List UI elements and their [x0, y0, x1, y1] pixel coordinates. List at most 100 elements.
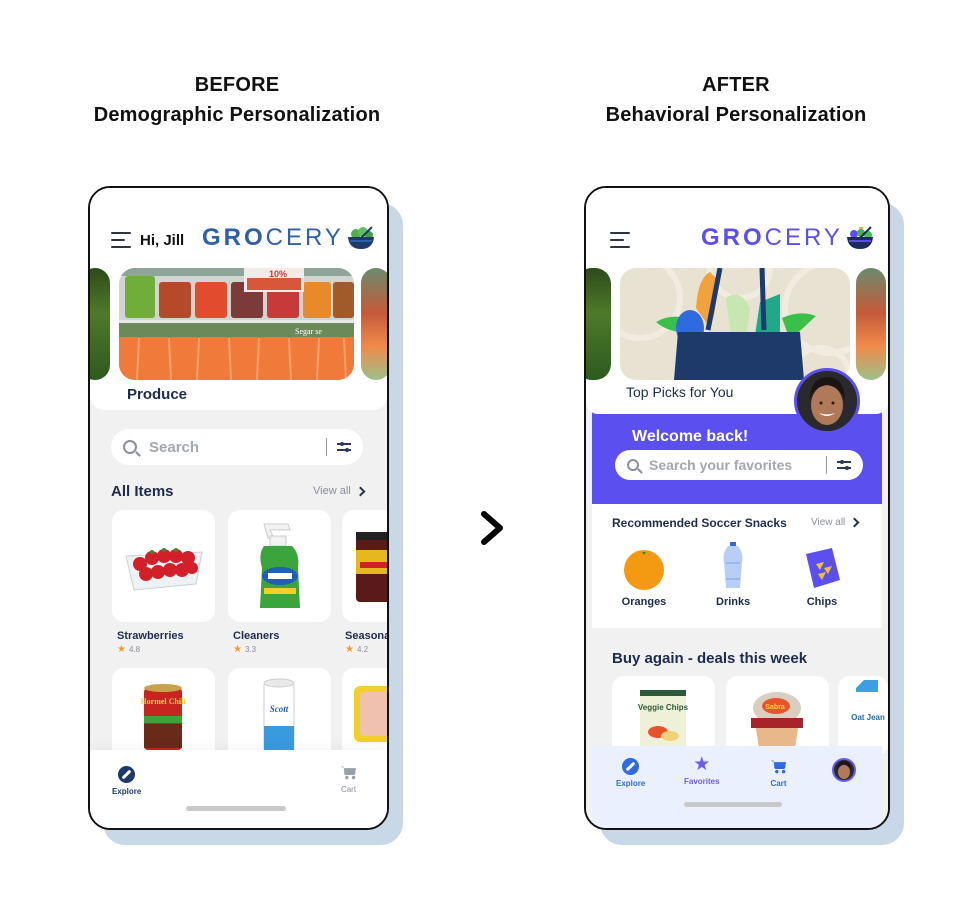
product-name: Strawberries: [117, 630, 184, 642]
chips-label: Veggie Chips: [638, 703, 689, 712]
chevron-right-icon: [355, 486, 366, 496]
chips-bag-icon: [806, 548, 840, 588]
rating-value: 3.3: [244, 645, 257, 654]
cart-icon: [770, 760, 787, 774]
home-indicator[interactable]: [684, 802, 782, 807]
search-bar[interactable]: Search your favorites: [615, 450, 863, 480]
tab-profile[interactable]: [832, 758, 856, 782]
product-card-seasoning[interactable]: [342, 510, 387, 622]
veggie-chips-image: Veggie Chips: [638, 690, 689, 756]
oat-milk-image: Oat Jean: [851, 680, 885, 756]
produce-banner[interactable]: 10% Segar se: [119, 268, 354, 380]
user-photo: [797, 371, 857, 431]
menu-icon[interactable]: [111, 232, 131, 248]
after-label: AFTER: [702, 74, 770, 96]
app-logo: GRO CERY: [202, 224, 376, 252]
grocery-bag-illustration: [620, 268, 850, 380]
view-all-link[interactable]: View all: [811, 517, 860, 528]
top-picks-banner[interactable]: [620, 268, 850, 380]
cleaner-bottle-image: [260, 523, 300, 608]
search-bar[interactable]: Search: [111, 429, 363, 465]
app-header: Hi, Jill GRO CERY 10% Segar se Produce: [90, 188, 387, 410]
before-heading: BEFORE Demographic Personalization: [37, 70, 437, 130]
logo-text-bold: GRO: [202, 224, 266, 251]
tab-cart[interactable]: Cart: [770, 758, 787, 788]
home-indicator[interactable]: [186, 806, 286, 811]
compass-icon: [622, 758, 640, 775]
logo-text-bold: GRO: [701, 224, 765, 251]
after-heading: AFTER Behavioral Personalization: [536, 70, 936, 130]
category-oranges[interactable]: Oranges: [620, 544, 668, 608]
rating-value: 4.2: [356, 645, 369, 654]
water-bottle-icon: [723, 542, 743, 588]
divider: [326, 438, 327, 456]
produce-shelf-image: 10% Segar se: [119, 268, 354, 380]
tab-explore[interactable]: Explore: [112, 766, 141, 796]
product-card-oat-milk[interactable]: Oat Jean: [838, 676, 888, 756]
category-label: Chips: [806, 596, 838, 608]
after-subtitle: Behavioral Personalization: [605, 104, 867, 126]
profile-avatar[interactable]: [794, 368, 860, 434]
after-screen: GRO CERY Top Picks for You Welcome back!…: [586, 188, 888, 828]
orange-icon: [624, 550, 664, 590]
rating-value: 4.8: [128, 645, 141, 654]
before-subtitle: Demographic Personalization: [93, 104, 381, 126]
star-icon: ★: [693, 754, 711, 775]
carousel-next-banner[interactable]: [856, 268, 886, 380]
compass-icon: [118, 766, 136, 783]
tab-label: Cart: [770, 779, 787, 788]
product-rating: ★ 3.3: [233, 644, 256, 655]
carousel-prev-banner[interactable]: [586, 268, 611, 380]
tab-label: Explore: [112, 787, 142, 796]
star-icon: ★: [117, 644, 126, 655]
product-card-cleaners[interactable]: [228, 510, 331, 622]
category-chips[interactable]: Chips: [800, 544, 844, 608]
tab-explore[interactable]: Explore: [616, 758, 645, 788]
product-card-veggie-chips[interactable]: Veggie Chips: [612, 676, 715, 756]
cart-icon: [340, 766, 357, 780]
before-label: BEFORE: [194, 74, 280, 96]
view-all-link[interactable]: View all: [313, 485, 366, 497]
salad-bowl-icon: [846, 226, 873, 249]
search-icon: [123, 440, 137, 454]
carousel-prev-banner[interactable]: [90, 268, 110, 380]
product-name: Cleaners: [233, 630, 280, 642]
banner-label: Top Picks for You: [626, 384, 734, 400]
jerky-jar-image: [356, 532, 387, 602]
oat-label: Oat Jean: [851, 713, 885, 722]
star-icon: ★: [345, 644, 354, 655]
welcome-message: Welcome back!: [632, 428, 749, 445]
menu-icon[interactable]: [610, 232, 630, 248]
product-card-strawberries[interactable]: [112, 510, 215, 622]
profile-avatar-small: [832, 758, 856, 782]
tab-label: Cart: [340, 785, 357, 794]
logo-text-light: CERY: [764, 224, 843, 251]
category-label: Oranges: [621, 596, 667, 608]
hummus-label: Sabra: [765, 704, 785, 711]
product-card-sabra[interactable]: Sabra: [726, 676, 829, 756]
after-phone: GRO CERY Top Picks for You Welcome back!…: [584, 186, 890, 830]
filter-icon[interactable]: [837, 459, 851, 471]
category-drinks[interactable]: Drinks: [716, 540, 750, 608]
tab-cart[interactable]: Cart: [340, 764, 357, 794]
hummus-cup-image: Sabra: [751, 692, 803, 756]
search-input[interactable]: Search your favorites: [649, 457, 826, 473]
section-title: Buy again - deals this week: [612, 650, 808, 667]
bottom-tab-bar: Explore ★ Favorites Cart: [592, 746, 882, 828]
search-input[interactable]: Search: [149, 439, 326, 456]
carousel-next-banner[interactable]: [361, 268, 387, 380]
section-title: Recommended Soccer Snacks: [612, 516, 787, 530]
category-label: Drinks: [716, 596, 751, 608]
before-phone: Hi, Jill GRO CERY 10% Segar se Produce S…: [88, 186, 389, 830]
strawberries-image: [125, 548, 203, 591]
product-rating: ★ 4.2: [345, 644, 368, 655]
product-name: Seasona: [345, 630, 387, 642]
star-icon: ★: [233, 644, 242, 655]
tab-favorites[interactable]: ★ Favorites: [684, 754, 720, 786]
greeting: Hi, Jill: [140, 232, 185, 249]
filter-icon[interactable]: [337, 441, 351, 453]
salad-bowl-icon: [347, 226, 374, 249]
banner-label: Produce: [127, 386, 188, 403]
bottom-tab-bar: Explore Cart: [90, 750, 387, 828]
shelf-label: Segar se: [295, 327, 322, 336]
